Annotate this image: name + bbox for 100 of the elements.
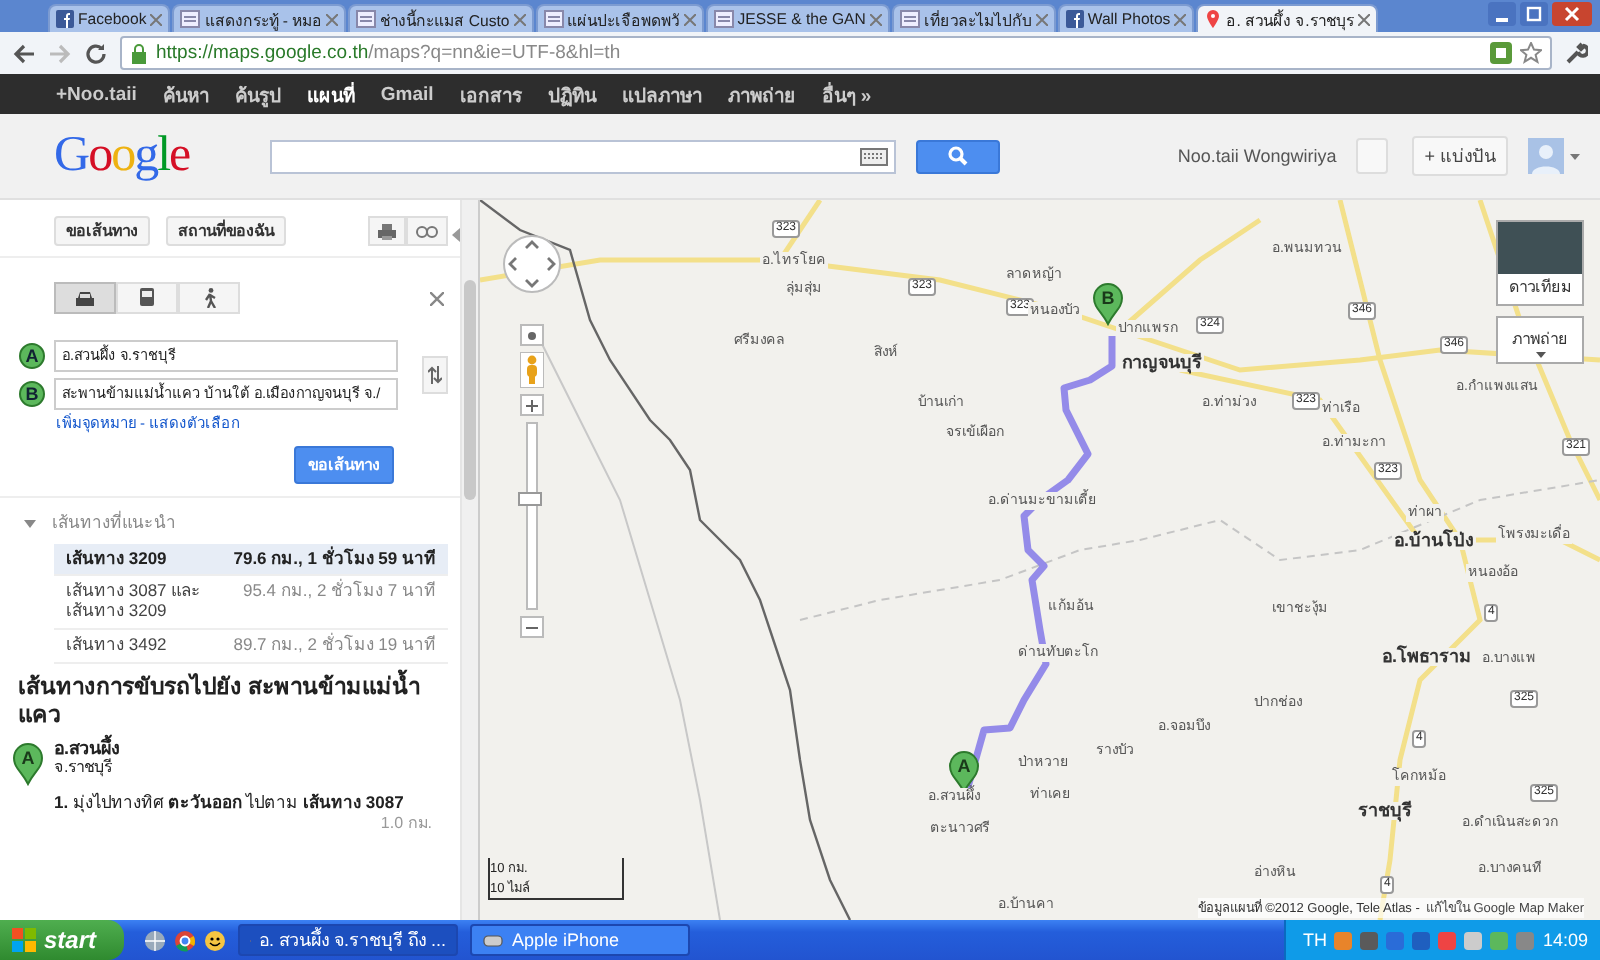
link-icon [416, 225, 438, 237]
collapse-arrow-icon[interactable] [452, 228, 460, 242]
extension-icon[interactable] [1490, 42, 1512, 64]
swap-arrows-icon [428, 366, 442, 384]
nav-link[interactable]: อื่นๆ » [821, 79, 872, 109]
map-type-button[interactable]: ดาวเทียม [1496, 220, 1584, 306]
marker-icon: B [18, 380, 46, 408]
map-type-label: ภาพถ่าย [1512, 328, 1568, 352]
minimize-icon[interactable] [1488, 2, 1516, 26]
travel-mode-tab[interactable] [116, 282, 178, 314]
search-icon [948, 146, 968, 166]
nav-link[interactable]: ภาพถ่าย [727, 79, 796, 109]
close-icon[interactable] [1357, 13, 1370, 25]
zoom-out-button[interactable] [520, 616, 544, 638]
google-logo: Google [54, 128, 192, 184]
page-icon [180, 10, 201, 28]
travel-mode-tab[interactable] [178, 282, 240, 314]
link-button[interactable] [406, 216, 448, 246]
directions-heading: เส้นทางการขับรถไปยัง สะพานข้ามแม่น้ำแคว [18, 673, 460, 730]
walking-person-icon [201, 288, 217, 308]
close-icon[interactable] [513, 13, 526, 25]
nav-link[interactable]: แผนที่ [306, 79, 355, 109]
section-title: เส้นทางที่แนะนำ [52, 513, 176, 534]
nav-link[interactable]: แปลภาษา [621, 79, 702, 109]
panel-button[interactable]: ขอเส้นทาง [54, 215, 150, 247]
step-distance: 1.0 กม. [380, 813, 432, 834]
print-button[interactable] [368, 216, 406, 246]
map-type-button[interactable]: ภาพถ่าย [1496, 316, 1584, 364]
satellite-thumbnail [1498, 222, 1582, 274]
close-icon[interactable] [869, 13, 882, 25]
route-option[interactable]: เส้นทาง 3209 79.6 กม., 1 ชั่วโมง 59 นาที [54, 543, 448, 577]
nav-link[interactable]: Gmail [380, 83, 434, 105]
car-icon [74, 289, 96, 307]
maximize-icon[interactable] [1520, 2, 1548, 26]
wrench-icon[interactable] [1564, 41, 1588, 65]
pan-control-icon[interactable] [502, 234, 562, 294]
slider-handle[interactable] [518, 492, 542, 506]
keyboard-icon[interactable] [860, 147, 888, 165]
nav-link[interactable]: +Noo.taii [56, 83, 137, 105]
travel-mode-tab[interactable] [54, 282, 116, 314]
close-icon[interactable] [1174, 13, 1187, 25]
lock-icon [130, 43, 148, 63]
taskbar-button[interactable]: อ. สวนผึ้ง จ.ราชบุรี ถึง ... [238, 924, 458, 956]
minus-icon [526, 625, 538, 629]
marker-icon: A [18, 342, 46, 370]
close-icon[interactable] [1552, 2, 1592, 26]
user-name[interactable]: Noo.taii Wongwiriya [1177, 146, 1337, 166]
place-label: อ.โพธาราม [1380, 648, 1474, 666]
start-button[interactable]: start [0, 920, 124, 960]
marker-pin[interactable]: B [1093, 283, 1123, 325]
taskbar-button[interactable]: Apple iPhone [470, 924, 690, 956]
task-title: อ. สวนผึ้ง จ.ราชบุรี ถึง ... [258, 926, 446, 954]
star-icon[interactable] [1520, 42, 1542, 64]
panel-button[interactable]: สถานที่ของฉัน [166, 215, 286, 247]
nav-link[interactable]: ค้นหา [162, 79, 209, 109]
place-label: อ.บ้านโป่ง [1392, 532, 1476, 550]
scrollbar[interactable] [460, 200, 478, 920]
route-detail: 89.7 กม., 2 ชั่วโมง 19 นาที [233, 635, 436, 656]
expand-caret-icon[interactable] [24, 517, 36, 530]
nav-link[interactable]: ปฏิทิน [547, 79, 596, 109]
map-pin-icon [1204, 10, 1223, 28]
close-icon[interactable] [1035, 13, 1048, 25]
facebook-icon [1065, 10, 1084, 28]
reload-icon[interactable] [84, 41, 108, 65]
globe-icon[interactable] [144, 929, 166, 951]
start-name: อ.สวนผึ้ง [54, 737, 120, 758]
place-label: กาญจนบุรี [1120, 354, 1204, 372]
share-button[interactable]: + แบ่งปัน [1412, 136, 1508, 176]
search-field[interactable] [270, 139, 896, 173]
smiley-icon[interactable] [204, 929, 226, 951]
windows-flag-icon [12, 928, 36, 952]
route-option[interactable]: เส้นทาง 3492 89.7 กม., 2 ชั่วโมง 19 นาที [54, 629, 448, 664]
address-bar[interactable]: https://maps.google.co.th/maps?q=nn&ie=UTF-8&hl=th [120, 36, 1552, 70]
page-icon [356, 10, 377, 28]
marker-pin-icon: A [12, 737, 44, 786]
direction-step: 1. มุ่งไปทางทิศ ตะวันออก ไปตาม เส้นทาง 3087 [54, 791, 440, 814]
zoom-in-button[interactable] [520, 394, 544, 416]
task-title: Apple iPhone [512, 930, 620, 950]
url-text: https://maps.google.co.th/maps?q=nn&ie=UTF-8&hl=th [156, 42, 621, 64]
back-icon[interactable] [12, 41, 36, 65]
plus-icon [526, 399, 538, 411]
caret-icon[interactable] [1570, 153, 1580, 159]
search-button[interactable] [916, 139, 1000, 173]
clock: 14:09 [1542, 930, 1588, 950]
location-button[interactable] [520, 324, 544, 346]
facebook-icon [56, 10, 74, 28]
place-label: ราชบุรี [1356, 802, 1414, 820]
close-icon[interactable] [150, 13, 163, 25]
swap-button[interactable] [422, 356, 448, 394]
close-icon[interactable] [430, 291, 444, 305]
route-name: เส้นทาง 3087 และ เส้นทาง 3209 [66, 582, 204, 622]
route-option[interactable]: เส้นทาง 3087 และ เส้นทาง 3209 95.4 กม., 2 ชั่วโมง 7 นาที [54, 576, 448, 630]
nav-link[interactable]: เอกสาร [459, 79, 522, 109]
close-icon[interactable] [326, 13, 339, 25]
close-icon[interactable] [683, 13, 696, 25]
start-region: จ.ราชบุรี [54, 757, 115, 777]
page-icon [543, 10, 564, 28]
route-detail: 95.4 กม., 2 ชั่วโมง 7 นาที [242, 582, 436, 605]
nav-link[interactable]: ค้นรูป [234, 79, 281, 109]
caret-icon [1535, 352, 1545, 358]
